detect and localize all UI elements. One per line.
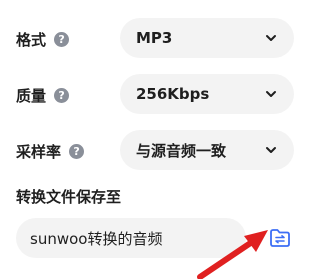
quality-value: 256Kbps [136,85,210,103]
help-icon[interactable]: ? [69,144,85,159]
chevron-down-icon [264,143,278,157]
help-icon[interactable]: ? [54,32,70,47]
chevron-down-icon [264,87,278,101]
quality-label: 质量 [16,87,47,105]
output-path-field[interactable]: sunwoo转换的音频 [16,218,246,258]
sample-rate-select[interactable]: 与源音频一致 [120,130,294,170]
help-icon[interactable]: ? [54,88,70,103]
folder-switch-icon[interactable] [268,226,292,250]
sample-rate-label: 采样率 [16,143,62,161]
output-path-title: 转换文件保存至 [16,188,122,206]
quality-label-row: 质量 ? [16,85,70,106]
format-value: MP3 [136,29,173,47]
format-label: 格式 [16,31,47,49]
sample-rate-value: 与源音频一致 [136,141,227,160]
output-path-value: sunwoo转换的音频 [30,229,163,248]
chevron-down-icon [264,31,278,45]
format-label-row: 格式 ? [16,29,70,50]
quality-select[interactable]: 256Kbps [120,74,294,114]
format-select[interactable]: MP3 [120,18,294,58]
sample-rate-label-row: 采样率 ? [16,141,85,162]
